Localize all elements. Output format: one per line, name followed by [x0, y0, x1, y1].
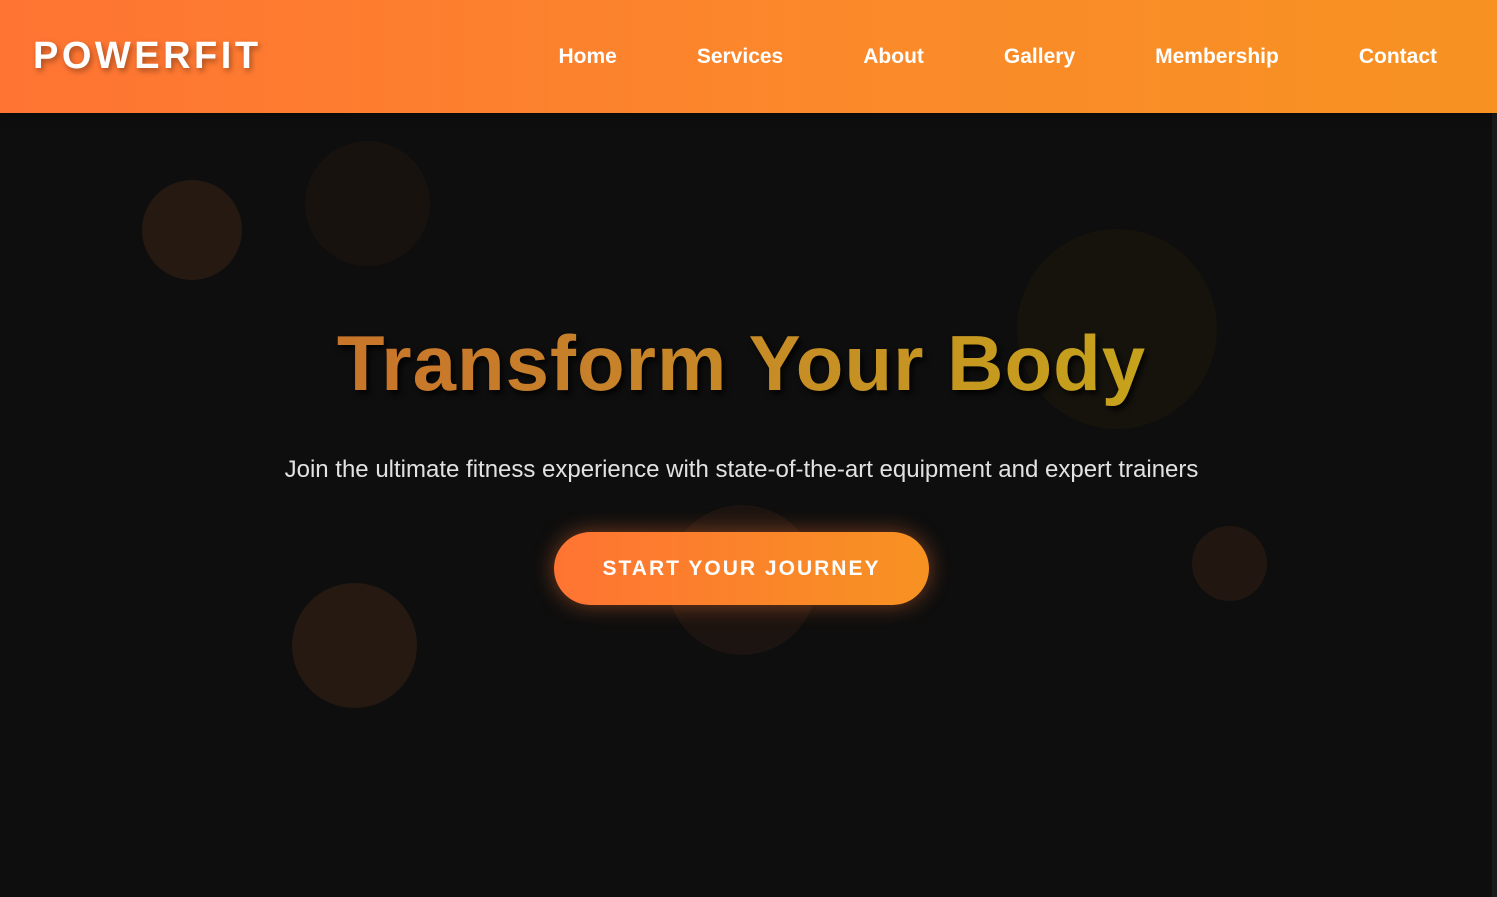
- scrollbar[interactable]: [1492, 113, 1497, 897]
- nav-link-contact[interactable]: Contact: [1359, 45, 1437, 69]
- top-navbar: POWERFIT Home Services About Gallery Mem…: [0, 0, 1497, 113]
- site-logo[interactable]: POWERFIT: [33, 35, 262, 78]
- decorative-bubble: [142, 180, 242, 280]
- hero-section: Transform Your Body Join the ultimate fi…: [0, 113, 1497, 897]
- nav-link-about[interactable]: About: [863, 45, 924, 69]
- nav-link-gallery[interactable]: Gallery: [1004, 45, 1075, 69]
- start-journey-button[interactable]: START YOUR JOURNEY: [554, 532, 929, 605]
- decorative-bubble: [292, 583, 417, 708]
- nav-link-home[interactable]: Home: [558, 45, 616, 69]
- hero-title: Transform Your Body: [0, 318, 1483, 409]
- nav-link-services[interactable]: Services: [697, 45, 783, 69]
- decorative-bubble: [1192, 526, 1267, 601]
- nav-link-membership[interactable]: Membership: [1155, 45, 1279, 69]
- main-nav: Home Services About Gallery Membership C…: [558, 45, 1437, 69]
- decorative-bubble: [305, 141, 430, 266]
- hero-subtitle: Join the ultimate fitness experience wit…: [284, 456, 1199, 483]
